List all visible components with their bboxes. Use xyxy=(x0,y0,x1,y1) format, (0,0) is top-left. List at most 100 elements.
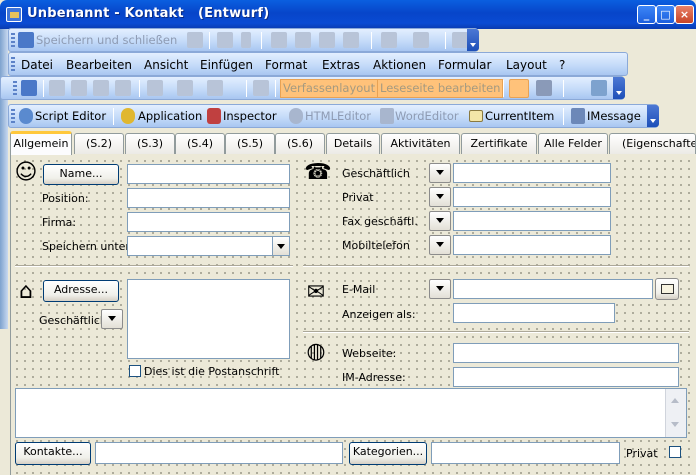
details-icon[interactable] xyxy=(319,32,335,48)
tab-s5[interactable]: (S.5) xyxy=(225,133,275,154)
toolbar-separator xyxy=(261,32,262,49)
tab-s3[interactable]: (S.3) xyxy=(125,133,175,154)
edit-read-page-button[interactable]: Leseseite bearbeiten xyxy=(377,79,504,98)
save-icon[interactable] xyxy=(21,80,37,96)
next-item-icon[interactable] xyxy=(413,32,429,48)
address-button[interactable]: Adresse... xyxy=(43,280,119,302)
name-button[interactable]: Name... xyxy=(43,164,119,185)
word-editor-icon xyxy=(380,108,394,124)
file-as-dropdown-arrow[interactable] xyxy=(272,236,290,256)
menu-aktionen[interactable]: Aktionen xyxy=(373,57,426,73)
position-field[interactable] xyxy=(127,188,290,208)
im-address-field[interactable] xyxy=(453,367,679,387)
display-as-field[interactable] xyxy=(453,303,615,323)
phone-type-dropdown-home[interactable] xyxy=(429,187,451,207)
private-checkbox[interactable] xyxy=(669,446,681,458)
tab-s6[interactable]: (S.6) xyxy=(275,133,325,154)
phone-type-dropdown-fax[interactable] xyxy=(429,211,451,231)
save-and-close-button[interactable]: Speichern und schließen xyxy=(36,32,177,49)
toolbar-grip[interactable] xyxy=(11,33,15,47)
menu-format[interactable]: Format xyxy=(265,57,307,73)
maximize-button[interactable]: □ xyxy=(656,5,675,24)
menu-layout[interactable]: Layout xyxy=(506,57,547,73)
contacts-field[interactable] xyxy=(95,442,343,464)
snap-to-grid-icon[interactable] xyxy=(253,80,269,96)
address-textarea[interactable] xyxy=(127,279,290,359)
print-icon[interactable] xyxy=(217,32,233,48)
address-book-button[interactable] xyxy=(655,278,679,300)
script-editor-button[interactable]: Script Editor xyxy=(35,108,106,125)
file-as-select[interactable] xyxy=(127,236,290,256)
tab-s2[interactable]: (S.2) xyxy=(74,133,124,154)
field-chooser-icon[interactable] xyxy=(509,79,529,98)
toolbar-options-chevron[interactable] xyxy=(467,29,479,51)
new-meeting-icon[interactable] xyxy=(343,32,359,48)
toolbar-grip[interactable] xyxy=(13,81,17,95)
previous-item-icon[interactable] xyxy=(381,32,397,48)
application-button[interactable]: Application xyxy=(138,108,202,125)
align-left-icon[interactable] xyxy=(147,80,163,96)
flag-icon[interactable] xyxy=(271,32,287,48)
html-editor-button[interactable]: HTMLEditor xyxy=(305,108,371,125)
address-type-label: Geschäftlich xyxy=(39,314,107,327)
title-bar[interactable]: Unbenannt - Kontakt (Entwurf) _ □ × xyxy=(0,0,696,29)
center-icon[interactable] xyxy=(177,80,193,96)
save-icon[interactable] xyxy=(187,32,203,48)
inspector-button[interactable]: Inspector xyxy=(223,108,277,125)
script-toolbar: Script Editor Application Inspector HTML… xyxy=(8,104,659,128)
minimize-button[interactable]: _ xyxy=(637,5,656,24)
ungroup-icon[interactable] xyxy=(115,80,131,96)
word-editor-button[interactable]: WordEditor xyxy=(395,108,459,125)
phone-field-mobile[interactable] xyxy=(453,235,611,255)
full-name-field[interactable] xyxy=(127,164,290,184)
imessage-button[interactable]: IMessage xyxy=(587,108,641,125)
notes-textarea[interactable] xyxy=(15,388,687,438)
address-type-dropdown[interactable] xyxy=(101,309,123,329)
toolbar-options-chevron[interactable] xyxy=(613,77,625,99)
tab-aktivitaeten[interactable]: Aktivitäten xyxy=(381,133,460,154)
menu-einfuegen[interactable]: Einfügen xyxy=(200,57,253,73)
toolbar-grip[interactable] xyxy=(11,109,15,123)
company-field[interactable] xyxy=(127,212,290,232)
paperclip-icon[interactable] xyxy=(241,32,251,48)
send-to-back-icon[interactable] xyxy=(71,80,87,96)
menu-ansicht[interactable]: Ansicht xyxy=(144,57,188,73)
tab-allgemein[interactable]: Allgemein xyxy=(10,131,72,155)
categories-icon[interactable] xyxy=(295,32,311,48)
menubar-grip[interactable] xyxy=(11,57,15,71)
tools-icon[interactable] xyxy=(536,80,552,96)
email-type-dropdown[interactable] xyxy=(429,279,451,299)
control-toolbox-icon[interactable] xyxy=(591,80,607,96)
tab-details[interactable]: Details xyxy=(326,133,380,154)
menu-formular[interactable]: Formular xyxy=(438,57,491,73)
menu-bearbeiten[interactable]: Bearbeiten xyxy=(66,57,132,73)
menu-help[interactable]: ? xyxy=(559,57,565,73)
make-same-size-icon[interactable] xyxy=(207,80,223,96)
tab-alle-felder[interactable]: Alle Felder xyxy=(538,133,608,154)
mailing-address-checkbox[interactable] xyxy=(129,365,141,377)
tab-s4[interactable]: (S.4) xyxy=(175,133,225,154)
categories-button[interactable]: Kategorien... xyxy=(349,442,427,465)
contacts-button[interactable]: Kontakte... xyxy=(15,442,91,465)
email-field[interactable] xyxy=(453,279,653,299)
tab-zertifikate[interactable]: Zertifikate xyxy=(461,133,537,154)
categories-field[interactable] xyxy=(431,442,620,464)
close-button[interactable]: × xyxy=(675,5,694,24)
menu-extras[interactable]: Extras xyxy=(322,57,360,73)
toolbar-options-chevron[interactable] xyxy=(647,105,659,127)
phone-field-fax[interactable] xyxy=(453,211,611,231)
group-icon[interactable] xyxy=(93,80,109,96)
web-page-field[interactable] xyxy=(453,343,679,363)
phone-type-dropdown-mobile[interactable] xyxy=(429,235,451,255)
tab-eigenschaften[interactable]: (Eigenschaften) xyxy=(609,133,696,154)
phone-type-dropdown-business[interactable] xyxy=(429,163,451,183)
notes-scrollbar[interactable] xyxy=(665,389,686,437)
phone-field-home[interactable] xyxy=(453,187,611,207)
form-tab-strip: Allgemein (S.2) (S.3) (S.4) (S.5) (S.6) … xyxy=(10,131,696,155)
current-item-button[interactable]: CurrentItem xyxy=(485,108,554,125)
compose-layout-button[interactable]: Verfassenlayout xyxy=(280,79,379,98)
bring-to-front-icon[interactable] xyxy=(49,80,65,96)
menu-datei[interactable]: Datei xyxy=(21,57,53,73)
phone-field-business[interactable] xyxy=(453,163,611,183)
address-book-icon[interactable] xyxy=(452,32,468,48)
